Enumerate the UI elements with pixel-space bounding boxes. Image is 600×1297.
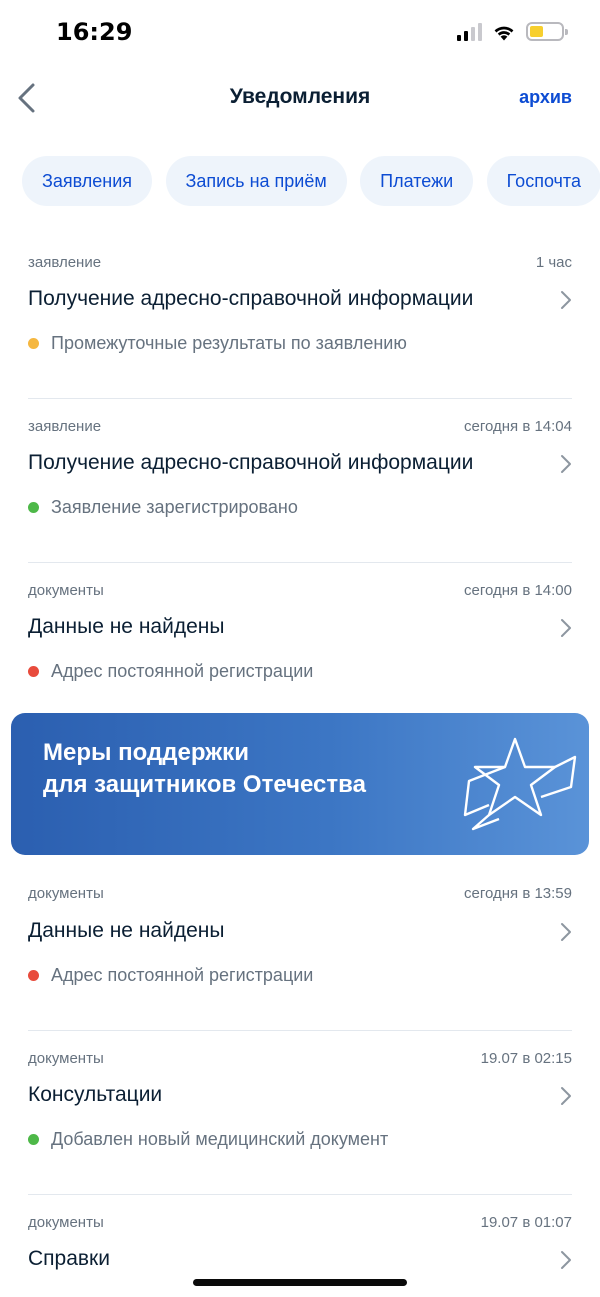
notification-category: документы [28,885,104,902]
battery-icon [526,22,568,41]
status-time: 16:29 [56,18,133,46]
notification-item[interactable]: заявление сегодня в 14:04 Получение адре… [28,399,572,563]
chevron-right-icon [561,619,571,637]
header: Уведомления архив [0,70,600,126]
notification-time: 19.07 в 01:07 [480,1214,572,1231]
notification-time: сегодня в 13:59 [464,885,572,902]
page-title: Уведомления [229,85,371,108]
chevron-right-icon [561,455,571,473]
status-bar: 16:29 [0,0,600,70]
notification-item[interactable]: заявление 1 час Получение адресно-справо… [28,235,572,399]
notification-category: заявление [28,418,102,435]
status-dot [28,1134,39,1145]
notification-title: Справки [28,1247,110,1270]
notification-status-text: Добавлен новый медицинский документ [51,1129,389,1149]
chip-payments[interactable]: Платежи [360,156,474,206]
notification-title: Получение адресно-справочной информации [28,287,474,310]
notification-category: документы [28,582,104,599]
notification-title: Консультации [28,1083,163,1106]
status-dot [28,502,39,513]
filter-chips: Заявления Запись на приём Платежи Госпоч… [22,156,600,208]
banner-line-2: для защитников Отечества [43,771,366,798]
chevron-right-icon [561,1087,571,1105]
notification-time: 1 час [535,254,572,271]
notification-item[interactable]: документы 19.07 в 02:15 Консультации Доб… [28,1031,572,1195]
notification-category: документы [28,1050,104,1067]
home-indicator[interactable] [193,1279,407,1286]
chevron-right-icon [561,923,571,941]
notification-status: Заявление зарегистрировано [28,497,298,518]
promo-banner[interactable]: Меры поддержки для защитников Отечества [11,713,589,855]
star-icon [463,737,577,831]
notification-status-text: Промежуточные результаты по заявлению [51,333,407,353]
banner-text: Меры поддержки для защитников Отечества [43,737,366,801]
wifi-icon [494,26,514,40]
notification-status: Добавлен новый медицинский документ [28,1129,388,1150]
banner-line-1: Меры поддержки [43,739,249,766]
chip-applications[interactable]: Заявления [22,156,153,206]
notification-category: заявление [28,254,102,271]
notification-status: Промежуточные результаты по заявлению [28,333,407,354]
notification-item[interactable]: документы сегодня в 14:00 Данные не найд… [28,563,572,713]
notification-status: Адрес постоянной регистрации [28,661,313,682]
chip-appointments[interactable]: Запись на приём [165,156,347,206]
notification-time: сегодня в 14:00 [464,582,572,599]
notification-title: Данные не найдены [28,919,225,942]
notification-status: Адрес постоянной регистрации [28,965,313,986]
notification-status-text: Заявление зарегистрировано [51,497,298,517]
notification-item[interactable]: документы сегодня в 13:59 Данные не найд… [28,855,572,1031]
chevron-right-icon [561,1251,571,1269]
status-dot [28,338,39,349]
cellular-signal-icon [457,22,482,41]
notification-title: Получение адресно-справочной информации [28,451,474,474]
archive-link[interactable]: архив [519,87,572,108]
notification-status-text: Адрес постоянной регистрации [51,965,314,985]
notification-time: сегодня в 14:04 [464,418,572,435]
notification-time: 19.07 в 02:15 [480,1050,572,1067]
notifications-screen: 16:29 Уведомления архив Заявления Запись… [0,0,600,1297]
status-dot [28,666,39,677]
notification-list: заявление 1 час Получение адресно-справо… [0,235,600,1297]
status-icons [457,22,568,41]
chevron-right-icon [561,291,571,309]
status-dot [28,970,39,981]
notification-status-text: Адрес постоянной регистрации [51,661,314,681]
notification-title: Данные не найдены [28,615,225,638]
chip-gospochta[interactable]: Госпочта [486,156,600,206]
notification-category: документы [28,1214,104,1231]
